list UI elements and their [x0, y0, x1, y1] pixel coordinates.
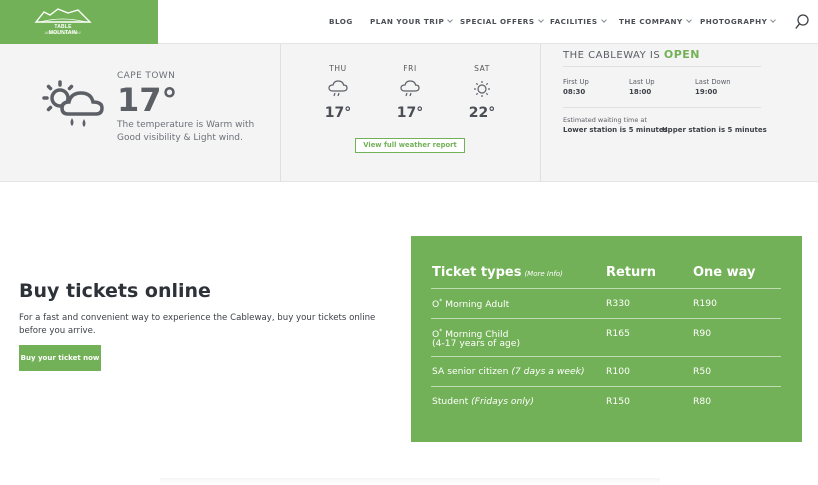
divider: [563, 66, 761, 67]
ticket-note: (7 days a week): [511, 366, 585, 377]
ticket-oneway-price: R50: [693, 366, 712, 377]
ticket-return-price: R150: [606, 396, 630, 407]
forecast-day: THU: [329, 64, 347, 73]
cableway-status-label: THE CABLEWAY IS: [563, 50, 661, 61]
weather-sun-cloud-rain-icon: [42, 80, 104, 127]
return-header: Return: [606, 265, 656, 280]
cloud-rain-icon: [400, 80, 420, 97]
ticket-subtext: (4-17 years of age): [432, 338, 521, 349]
nav-label: THE COMPANY: [619, 17, 683, 26]
mountain-logo-icon: [34, 8, 92, 23]
cableway-status: THE CABLEWAY IS OPEN: [563, 48, 700, 61]
buy-description: For a fast and convenient way to experie…: [19, 313, 376, 336]
first-up-time: 08:30: [563, 88, 586, 96]
wait-time-label: Estimated waiting time at: [563, 116, 647, 124]
logo-subtitle: AERIAL CABLEWAY: [44, 31, 82, 35]
chevron-down-icon: [770, 17, 777, 23]
sun-icon: [474, 81, 490, 97]
last-down-time: 19:00: [695, 88, 718, 96]
ticket-name-text: Student: [432, 396, 472, 407]
ticket-oneway-price: R80: [693, 396, 712, 407]
ticket-name-text: Morning Adult: [442, 299, 510, 311]
nav-label: FACILITIES: [550, 17, 598, 26]
ticket-types-header: Ticket types (More Info): [432, 265, 563, 280]
ticket-oneway-price: R90: [693, 328, 712, 339]
ticket-return-price: R330: [606, 298, 630, 309]
ticket-name-text: SA senior citizen: [432, 366, 512, 377]
chevron-down-icon: [600, 17, 607, 23]
weather-report-button[interactable]: View full weather report: [355, 138, 465, 153]
buy-ticket-button[interactable]: Buy your ticket now: [19, 345, 101, 371]
forecast-temp: 17°: [396, 105, 424, 121]
site-logo[interactable]: TABLE MOUNTAIN AERIAL CABLEWAY: [0, 0, 158, 44]
divider: [540, 44, 541, 182]
upper-station-wait: Upper station is 5 minutes: [662, 126, 767, 134]
more-info-link[interactable]: (More Info): [524, 270, 562, 278]
nav-label: PHOTOGRAPHY: [700, 17, 768, 26]
first-up-label: First Up: [563, 78, 589, 86]
weather-current-temp: 17°: [117, 81, 178, 119]
chevron-down-icon: [685, 17, 692, 23]
weather-description: The temperature is Warm with Good visibi…: [117, 120, 255, 143]
ticket-return-price: R165: [606, 328, 630, 339]
cloud-rain-icon: [328, 80, 348, 97]
last-down-label: Last Down: [695, 78, 731, 86]
forecast-day: FRI: [403, 64, 417, 73]
ticket-name: SA senior citizen (7 days a week): [432, 366, 585, 377]
search-icon[interactable]: [795, 14, 809, 30]
divider: [431, 386, 781, 387]
divider: [431, 318, 781, 319]
divider: [431, 288, 781, 289]
ticket-types-label: Ticket types: [432, 265, 522, 280]
lower-station-wait: Lower station is 5 minutes: [563, 126, 668, 134]
nav-the-company[interactable]: THE COMPANY: [619, 17, 692, 26]
ticket-name: O* Morning Adult: [432, 298, 509, 310]
oneway-header: One way: [693, 265, 756, 280]
nav-plan-your-trip[interactable]: PLAN YOUR TRIP: [370, 17, 454, 26]
nav-blog[interactable]: BLOG: [329, 17, 353, 26]
cableway-status-value: OPEN: [663, 48, 701, 61]
weather-city: CAPE TOWN: [117, 71, 176, 81]
last-up-label: Last Up: [629, 78, 655, 86]
ticket-oneway-price: R190: [693, 298, 717, 309]
nav-label: PLAN YOUR TRIP: [370, 17, 445, 26]
chevron-down-icon: [537, 17, 544, 23]
chevron-down-icon: [447, 17, 454, 23]
nav-special-offers[interactable]: SPECIAL OFFERS: [460, 17, 544, 26]
ticket-note: (Fridays only): [471, 396, 534, 407]
ticket-return-price: R100: [606, 366, 630, 377]
divider: [431, 356, 781, 357]
nav-photography[interactable]: PHOTOGRAPHY: [700, 17, 777, 26]
divider: [280, 44, 281, 182]
forecast-temp: 17°: [324, 105, 352, 121]
forecast-day: SAT: [474, 64, 490, 73]
footer-shadow: [160, 478, 660, 485]
nav-label: SPECIAL OFFERS: [460, 17, 535, 26]
nav-facilities[interactable]: FACILITIES: [550, 17, 607, 26]
nav-label: BLOG: [329, 17, 353, 26]
divider: [563, 107, 761, 108]
buy-title: Buy tickets online: [19, 280, 211, 302]
ticket-name: Student (Fridays only): [432, 396, 534, 407]
forecast-temp: 22°: [468, 105, 496, 121]
last-up-time: 18:00: [629, 88, 652, 96]
